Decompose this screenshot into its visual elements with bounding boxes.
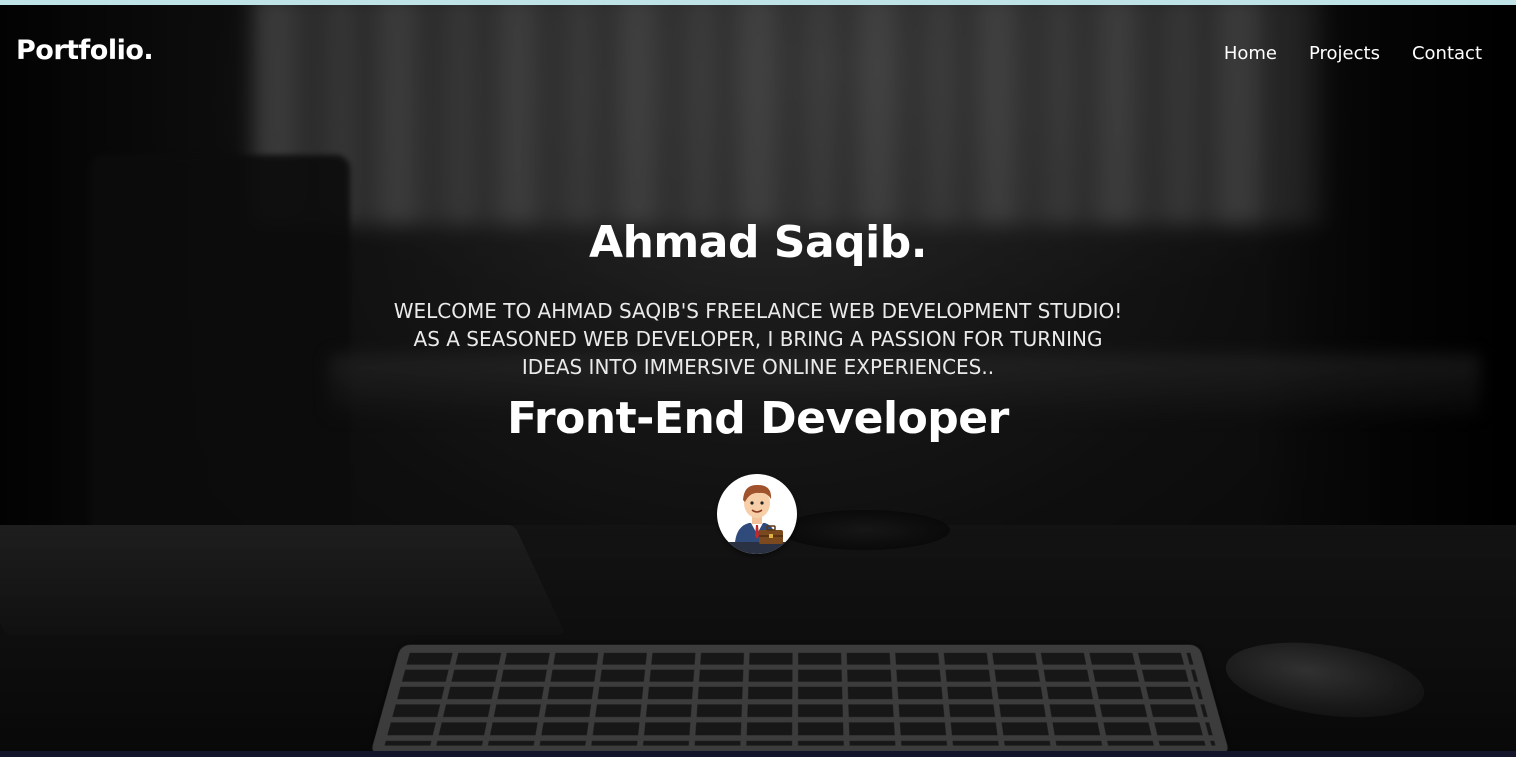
- hero-intro: WELCOME TO AHMAD SAQIB'S FREELANCE WEB D…: [358, 297, 1158, 381]
- nav-link-home[interactable]: Home: [1224, 43, 1277, 64]
- hero-name: Ahmad Saqib.: [589, 217, 927, 268]
- intro-line: AS A SEASONED WEB DEVELOPER, I BRING A P…: [413, 327, 1103, 351]
- businessman-avatar-icon: [717, 484, 797, 554]
- avatar: [717, 474, 797, 554]
- nav-link-contact[interactable]: Contact: [1412, 43, 1482, 64]
- nav-link-projects[interactable]: Projects: [1309, 43, 1380, 64]
- intro-line: IDEAS INTO IMMERSIVE ONLINE EXPERIENCES.…: [521, 355, 995, 379]
- hero-section: Portfolio. Home Projects Contact Ahmad S…: [0, 5, 1516, 751]
- hero-role: Front-End Developer: [507, 393, 1009, 444]
- bottom-strip: [0, 751, 1516, 757]
- main-nav: Home Projects Contact: [1224, 43, 1482, 64]
- site-logo[interactable]: Portfolio.: [16, 35, 154, 66]
- intro-line: WELCOME TO AHMAD SAQIB'S FREELANCE WEB D…: [393, 299, 1123, 323]
